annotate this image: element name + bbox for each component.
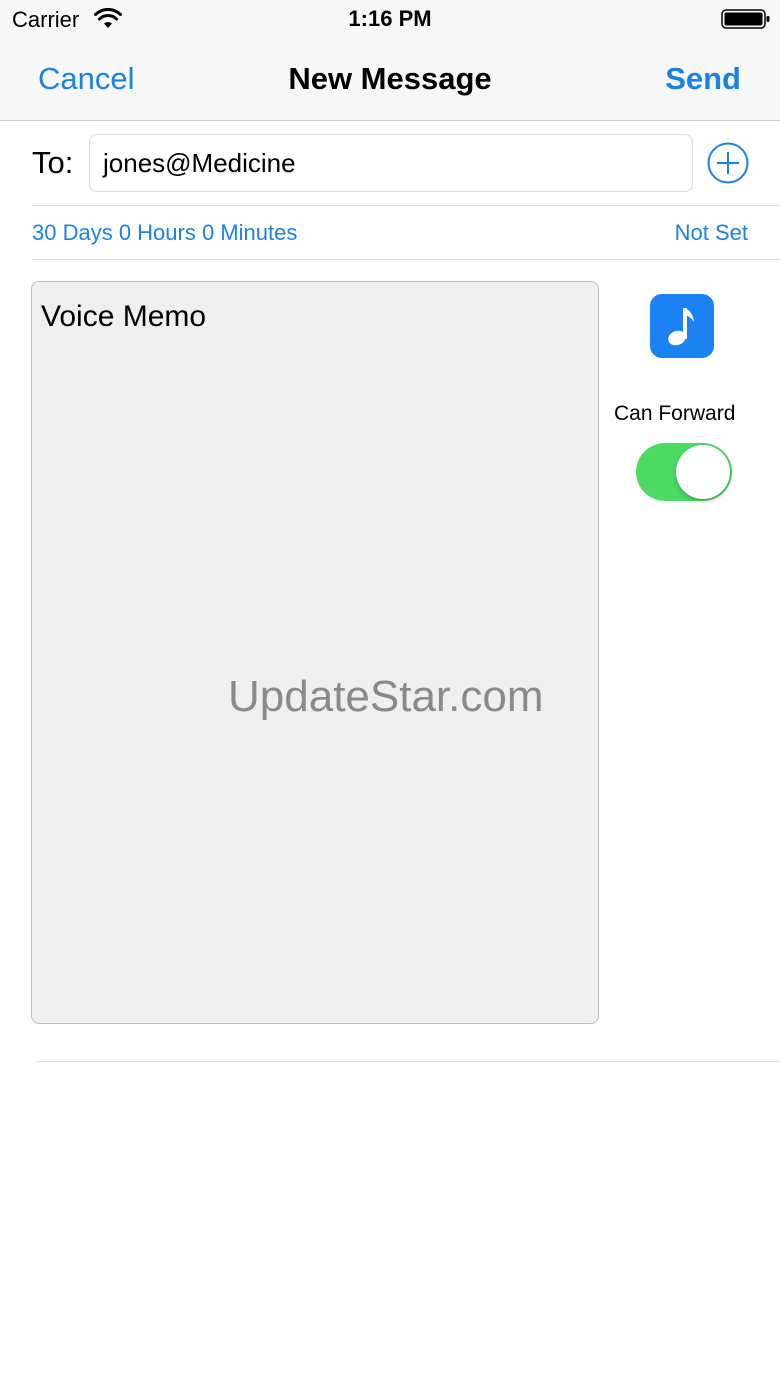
page-title: New Message [288,61,492,96]
status-bar: Carrier 1:16 PM [0,0,780,40]
voice-memo-title: Voice Memo [41,300,207,333]
status-time: 1:16 PM [348,6,432,31]
expiry-duration-button[interactable]: 30 Days 0 Hours 0 Minutes [32,220,297,246]
music-note-button[interactable] [650,294,714,358]
divider [37,1061,780,1062]
voice-memo-area[interactable]: Voice Memo [31,281,599,1024]
divider [32,205,780,206]
battery-icon [721,9,770,29]
plus-circle-icon[interactable] [707,142,749,184]
send-button[interactable]: Send [665,61,741,97]
navigation-bar: Cancel New Message Send [0,40,780,121]
recipient-input[interactable]: jones@Medicine [89,134,693,192]
expiry-status-button[interactable]: Not Set [675,220,748,246]
watermark-text: UpdateStar.com [228,672,544,721]
toggle-knob [676,445,730,499]
recipient-label: To: [32,145,74,180]
can-forward-toggle[interactable] [636,443,732,501]
music-note-icon [668,308,694,346]
divider [32,259,780,260]
recipient-value: jones@Medicine [103,148,296,178]
can-forward-label: Can Forward [614,402,736,425]
